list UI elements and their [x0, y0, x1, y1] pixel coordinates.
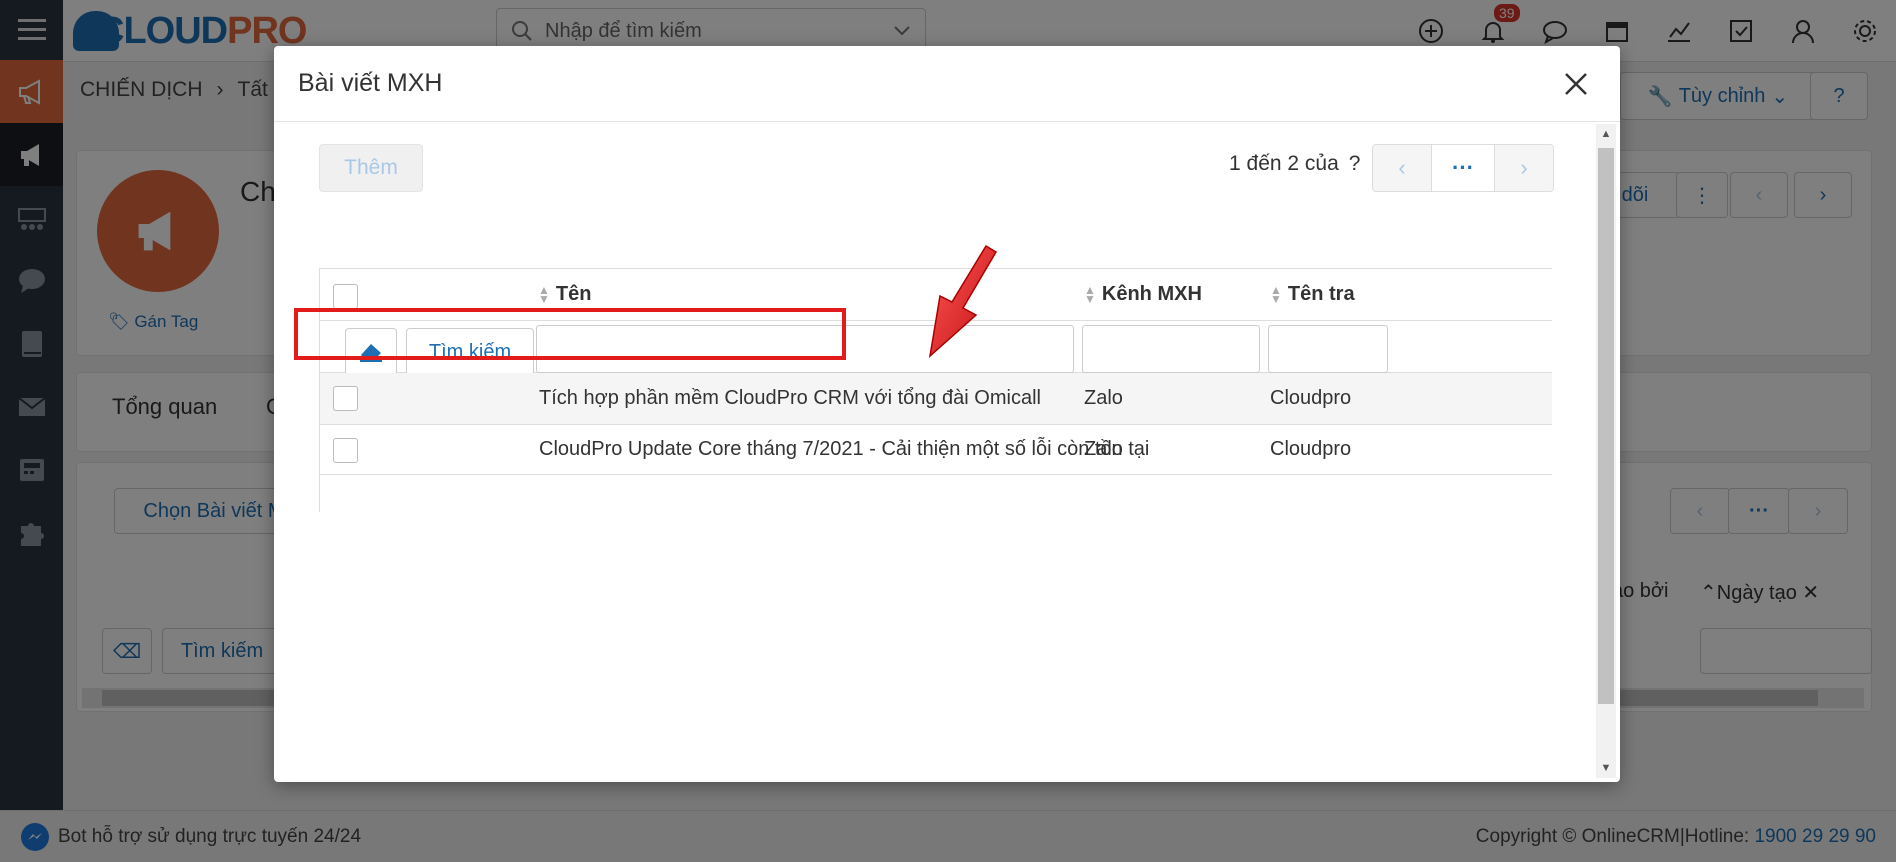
select-all-checkbox[interactable]	[333, 284, 358, 309]
next-page-button[interactable]: ›	[1495, 145, 1553, 191]
social-posts-modal: Bài viết MXH Thêm 1 đến 2 của ? ‹ ··· › …	[274, 46, 1620, 782]
page-name-filter-input[interactable]	[1268, 325, 1388, 373]
add-button[interactable]: Thêm	[319, 144, 423, 192]
column-header-channel[interactable]: ▲ ▼ Kênh MXH	[1084, 283, 1202, 306]
annotation-highlight-box	[294, 308, 846, 360]
pagination-summary: 1 đến 2 của ?	[1229, 152, 1361, 176]
prev-page-button[interactable]: ‹	[1373, 145, 1431, 191]
post-page-cell: Cloudpro	[1270, 387, 1352, 409]
post-page-cell: Cloudpro	[1270, 438, 1352, 460]
more-pages-button[interactable]: ···	[1431, 145, 1495, 191]
modal-title: Bài viết MXH	[298, 69, 443, 97]
post-name-cell[interactable]: CloudPro Update Core tháng 7/2021 - Cải …	[539, 438, 1149, 461]
posts-table: ▲ ▼ Tên ▲ ▼ Kênh MXH ▲ ▼ Tên tra Tìm kiếm Tích…	[319, 268, 1552, 512]
modal-body: Thêm 1 đến 2 của ? ‹ ··· › ▲ ▼ Tên ▲ ▼ Kênh …	[274, 122, 1596, 782]
post-name-cell[interactable]: Tích hợp phần mềm CloudPro CRM với tổng …	[539, 387, 1041, 410]
pagination-controls: ‹ ··· ›	[1372, 144, 1554, 192]
sort-icon: ▲ ▼	[1270, 282, 1282, 306]
sort-icon: ▲ ▼	[538, 282, 550, 306]
table-row[interactable]: Tích hợp phần mềm CloudPro CRM với tổng …	[320, 373, 1552, 425]
column-header-page-name[interactable]: ▲ ▼ Tên tra	[1270, 283, 1355, 306]
post-channel-cell: Zalo	[1084, 387, 1123, 409]
sort-icon: ▲ ▼	[1084, 282, 1096, 306]
modal-vertical-scrollbar[interactable]: ▲ ▼	[1596, 124, 1616, 778]
column-header-name[interactable]: ▲ ▼ Tên	[538, 283, 591, 306]
table-row[interactable]: CloudPro Update Core tháng 7/2021 - Cải …	[320, 425, 1552, 475]
total-count-unknown[interactable]: ?	[1349, 152, 1361, 176]
scrollbar-thumb[interactable]	[1598, 148, 1614, 704]
scroll-down-arrow[interactable]: ▼	[1596, 758, 1616, 778]
close-icon[interactable]	[1556, 64, 1596, 104]
scroll-up-arrow[interactable]: ▲	[1596, 124, 1616, 144]
modal-header: Bài viết MXH	[274, 46, 1620, 122]
row-checkbox[interactable]	[333, 438, 358, 463]
row-checkbox[interactable]	[333, 386, 358, 411]
post-channel-cell: Zalo	[1084, 438, 1123, 460]
channel-filter-input[interactable]	[1082, 325, 1260, 373]
